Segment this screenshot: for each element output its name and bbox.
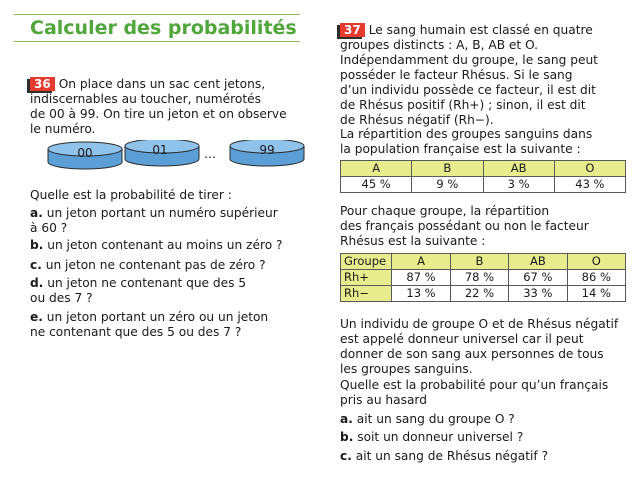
ex37-item-c: c. ait un sang de Rhésus négatif ? [340, 449, 549, 463]
ex36-question: Quelle est la probabilité de tirer : [30, 188, 232, 202]
ex37-middle-line-3: Rhésus est la suivante : [340, 234, 486, 248]
table-header-cell: AB [482, 160, 555, 177]
tokens-illustration: 00 01 … 99 [47, 140, 305, 170]
table-cell: 87 % [391, 269, 451, 286]
ex36-item-a: a. un jeton portant un numéro supérieur … [30, 206, 278, 235]
table-row-header: Rh− [339, 285, 393, 302]
ex36-intro-line-4: le numéro. [30, 122, 96, 136]
ex36-item-b: b. un jeton contenant au moins un zéro ? [30, 238, 283, 252]
ex36-intro-line-1: 36 On place dans un sac cent jetons, [30, 77, 265, 92]
table-header-cell: A [339, 160, 413, 177]
table-cell: 67 % [508, 269, 568, 286]
token-label: 99 [259, 143, 274, 157]
ex37-intro-line-1: 37 Le sang humain est classé en quatre [340, 23, 593, 38]
ex36-item-d: d. un jeton ne contenant que des 5 ou de… [30, 276, 247, 305]
ex37-intro-line-5: d’un individu possède ce facteur, il est… [340, 83, 596, 97]
table-cell: 33 % [508, 285, 568, 302]
ex37-intro-line-4: posséder le facteur Rhésus. Si le sang [340, 68, 573, 82]
ex37-outro-line-1: Un individu de groupe O et de Rhésus nég… [340, 317, 619, 331]
table-cell: 14 % [566, 285, 627, 302]
table-header-cell: O [566, 253, 627, 270]
token-label: 00 [77, 146, 92, 160]
page-title: Calculer des probabilités [30, 17, 297, 39]
table-cell: 9 % [411, 176, 484, 193]
ex37-question-line-2: pris au hasard [340, 393, 427, 407]
table-header-row: A B AB O [339, 160, 627, 177]
table-cell: 86 % [566, 269, 627, 286]
token-ellipsis: … [204, 147, 216, 161]
table-cell: 78 % [449, 269, 510, 286]
ex37-outro-line-4: les groupes sanguins. [340, 362, 473, 376]
ex37-middle-line-2: des français possédant ou non le facteur [340, 219, 589, 233]
ex37-intro-line-6: de Rhésus positif (Rh+) ; sinon, il est … [340, 98, 586, 112]
table-row: 45 % 9 % 3 % 43 % [339, 176, 627, 193]
table-row: Rh+ 87 % 78 % 67 % 86 % [339, 269, 627, 286]
ex37-middle-line-1: Pour chaque groupe, la répartition [340, 204, 550, 218]
table-row: Rh− 13 % 22 % 33 % 14 % [339, 285, 627, 302]
table-header-row: Groupe A B AB O [339, 253, 627, 270]
blood-group-distribution-table: A B AB O 45 % 9 % 3 % 43 % [339, 160, 627, 193]
ex37-question-line-1: Quelle est la probabilité pour qu’un fra… [340, 378, 609, 392]
ex37-outro-line-2: est appelé donneur universel car il peut [340, 332, 584, 346]
table-cell: 3 % [482, 176, 555, 193]
ex36-number-badge: 36 [30, 77, 55, 91]
ex37-item-b: b. soit un donneur universel ? [340, 430, 524, 444]
table-header-cell: Groupe [339, 253, 393, 270]
token-disk-01: 01 [124, 140, 200, 167]
table-cell: 43 % [553, 176, 627, 193]
ex36-item-c: c. un jeton ne contenant pas de zéro ? [30, 258, 266, 272]
ex36-item-e: e. un jeton portant un zéro ou un jeton … [30, 310, 269, 339]
ex37-outro-line-3: donner de son sang aux personnes de tous [340, 347, 604, 361]
ex37-intro-line-3: Indépendamment du groupe, le sang peut [340, 53, 598, 67]
ex37-intro-line-7: de Rhésus négatif (Rh−). [340, 113, 494, 127]
ex36-intro-line-2: indiscernables au toucher, numérotés [30, 92, 261, 106]
title-rule-bottom [14, 41, 300, 42]
ex37-number-badge: 37 [340, 23, 365, 37]
table-cell: 22 % [449, 285, 510, 302]
ex36-intro-line-3: de 00 à 99. On tire un jeton et on obser… [30, 107, 287, 121]
table-header-cell: O [553, 160, 627, 177]
table-header-cell: A [391, 253, 451, 270]
table-header-cell: B [411, 160, 484, 177]
token-disk-99: 99 [229, 140, 305, 167]
table-header-cell: B [449, 253, 510, 270]
table-header-cell: AB [508, 253, 568, 270]
rhesus-distribution-table: Groupe A B AB O Rh+ 87 % 78 % 67 % 86 % … [339, 253, 627, 302]
table-cell: 13 % [391, 285, 451, 302]
token-label: 01 [152, 143, 167, 157]
ex37-intro-line-9: la population française est la suivante … [340, 142, 581, 156]
table-cell: 45 % [339, 176, 413, 193]
ex37-intro-line-2: groupes distincts : A, B, AB et O. [340, 38, 539, 52]
ex37-item-a: a. ait un sang du groupe O ? [340, 412, 515, 426]
title-rule-top [14, 14, 300, 15]
ex37-intro-line-8: La répartition des groupes sanguins dans [340, 127, 593, 141]
token-disk-00: 00 [47, 141, 123, 170]
table-row-header: Rh+ [339, 269, 393, 286]
